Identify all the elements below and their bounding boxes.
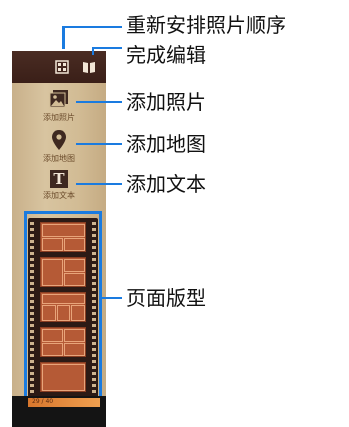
add-photo-label: 添加照片 — [43, 113, 75, 122]
add-text-label: 添加文本 — [43, 191, 75, 200]
add-map-tool[interactable]: 添加地图 — [12, 129, 106, 164]
text-icon: T — [50, 170, 68, 188]
layouts-highlight — [24, 211, 102, 407]
bottom-caption: 29 / 40 — [32, 398, 54, 405]
map-pin-icon — [52, 130, 66, 150]
panel-toolbar — [12, 51, 106, 83]
callout-done: 完成编辑 — [126, 43, 206, 67]
add-text-tool[interactable]: T 添加文本 — [12, 170, 106, 201]
rearrange-photos-icon[interactable] — [55, 60, 69, 74]
callout-layouts: 页面版型 — [126, 286, 206, 310]
bottom-bar: 29 / 40 — [12, 396, 106, 427]
done-editing-icon[interactable] — [82, 60, 96, 74]
add-map-label: 添加地图 — [43, 154, 75, 163]
callout-add-photo: 添加照片 — [126, 90, 206, 114]
callout-add-map: 添加地图 — [126, 132, 206, 156]
photo-icon — [49, 90, 68, 108]
add-photo-tool[interactable]: 添加照片 — [12, 88, 106, 123]
callout-add-text: 添加文本 — [126, 172, 206, 196]
callout-rearrange: 重新安排照片顺序 — [126, 13, 286, 37]
